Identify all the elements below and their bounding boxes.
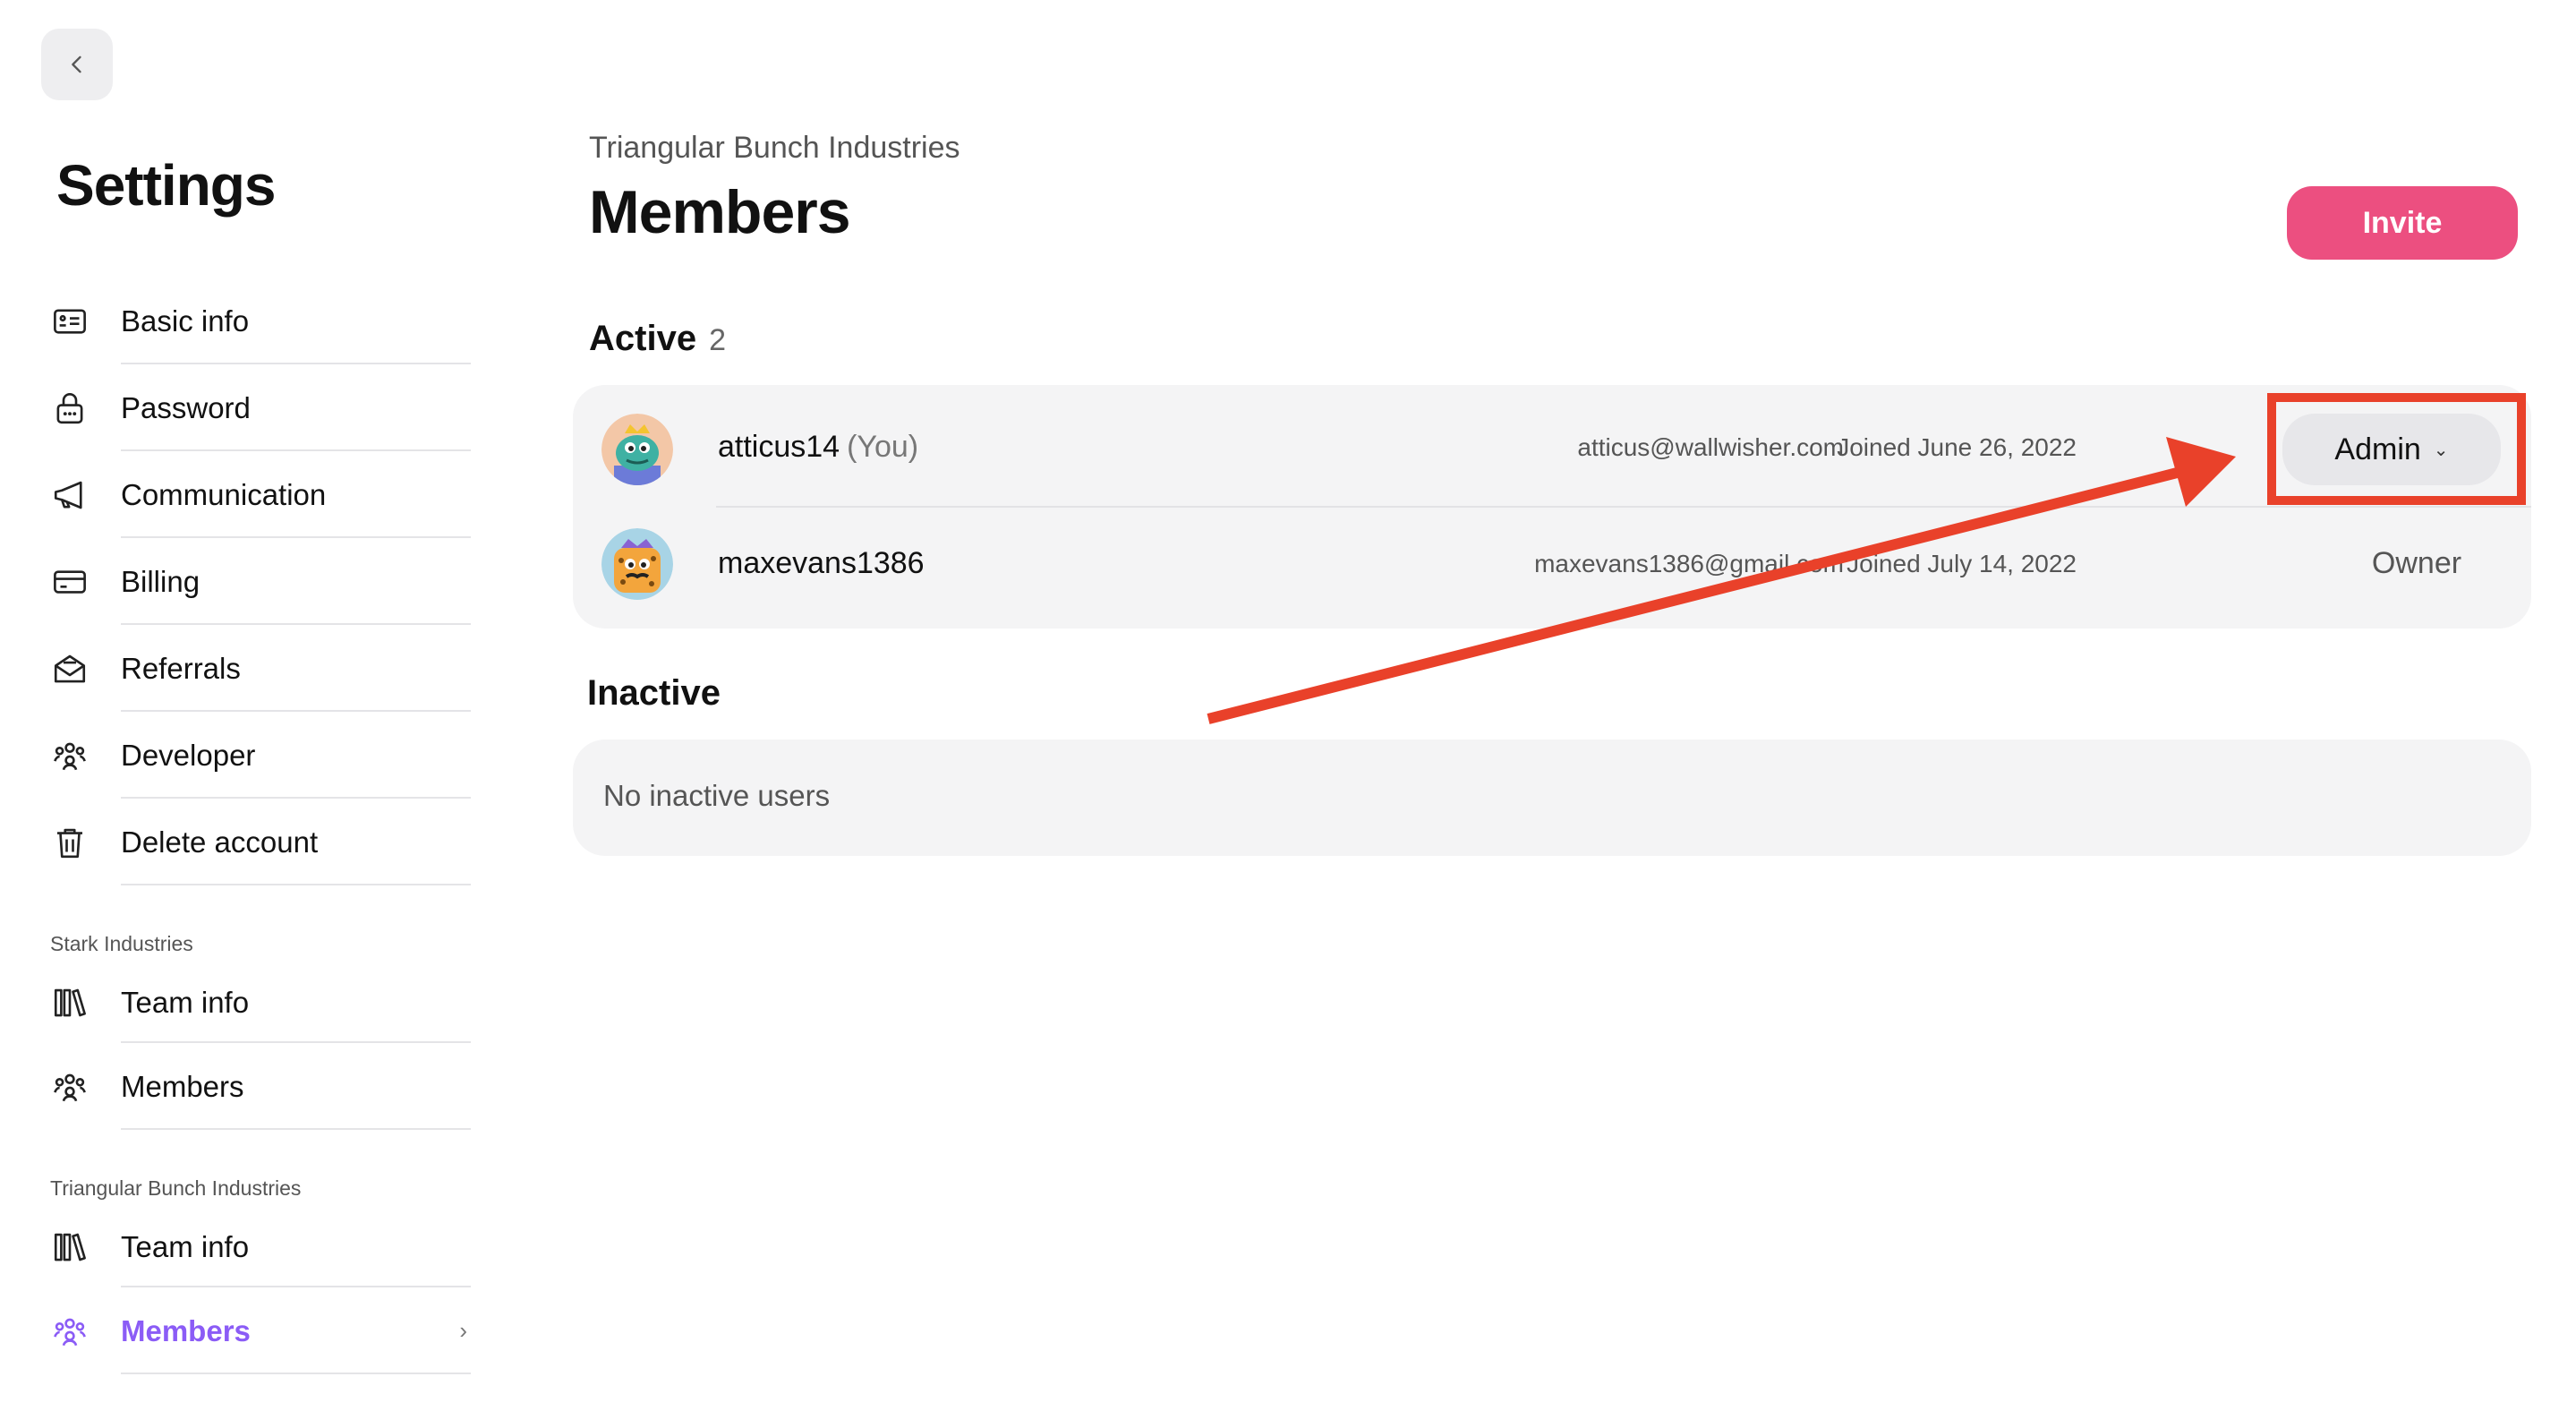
sidebar-item-members-active[interactable]: Members › <box>50 1287 471 1374</box>
org-name: Triangular Bunch Industries <box>589 131 960 165</box>
chevron-left-icon <box>72 56 81 73</box>
trash-icon <box>50 823 90 862</box>
active-members-list: atticus14 (You) atticus@wallwisher.com Jo… <box>573 385 2531 629</box>
back-button[interactable] <box>41 29 113 100</box>
sidebar-item-label: Communication <box>121 477 327 511</box>
empty-state-text: No inactive users <box>603 779 831 812</box>
sidebar-item-label: Team info <box>121 986 250 1019</box>
people-icon <box>50 1312 90 1351</box>
sidebar-item-basic-info[interactable]: Basic info <box>50 278 471 364</box>
sidebar-item-billing[interactable]: Billing <box>50 538 471 625</box>
sidebar-item-label: Members <box>121 1069 244 1103</box>
sidebar-item-team-info[interactable]: Team info <box>50 1207 471 1287</box>
active-count: 2 <box>709 323 726 357</box>
avatar <box>601 414 673 485</box>
sidebar-item-members[interactable]: Members <box>50 1043 471 1130</box>
books-icon <box>50 983 90 1022</box>
member-email: maxevans1386@gmail.com <box>1534 550 1844 577</box>
envelope-open-icon <box>50 649 90 688</box>
team-group-label: Triangular Bunch Industries <box>50 1176 302 1200</box>
settings-title: Settings <box>56 153 276 218</box>
megaphone-icon <box>50 475 90 515</box>
id-card-icon <box>50 302 90 341</box>
sidebar-item-password[interactable]: Password <box>50 364 471 451</box>
sidebar-item-team-info[interactable]: Team info <box>50 962 471 1043</box>
role-label: Owner <box>2371 546 2462 580</box>
sidebar-item-label: Members <box>121 1313 251 1347</box>
member-joined: Joined June 26, 2022 <box>1837 433 2077 461</box>
sidebar-item-label: Team info <box>121 1230 250 1263</box>
books-icon <box>50 1227 90 1267</box>
sidebar-item-label: Password <box>121 390 251 424</box>
sidebar-item-label: Delete account <box>121 825 319 859</box>
member-name: atticus14 (You) <box>718 430 919 464</box>
divider <box>121 1373 471 1374</box>
invite-button[interactable]: Invite <box>2287 186 2518 260</box>
active-label: Active <box>589 319 697 358</box>
sidebar-item-label: Billing <box>121 564 200 598</box>
highlight-box-annotation <box>2267 393 2526 505</box>
avatar <box>601 528 673 600</box>
sidebar-item-referrals[interactable]: Referrals <box>50 625 471 712</box>
settings-sidebar: Basic info Password Communication Billin… <box>50 278 471 1374</box>
divider <box>121 1128 471 1130</box>
you-tag: (You) <box>847 430 919 464</box>
member-email: atticus@wallwisher.com <box>1577 433 1844 461</box>
sidebar-item-developer[interactable]: Developer <box>50 712 471 799</box>
sidebar-item-communication[interactable]: Communication <box>50 451 471 538</box>
member-joined: Joined July 14, 2022 <box>1847 550 2077 577</box>
sidebar-item-label: Basic info <box>121 304 250 338</box>
lock-icon <box>50 389 90 428</box>
table-row: maxevans1386 maxevans1386@gmail.com Join… <box>573 507 2531 629</box>
people-icon <box>50 1067 90 1107</box>
people-icon <box>50 736 90 775</box>
page-title: Members <box>589 178 851 246</box>
inactive-section-title: Inactive <box>587 673 721 713</box>
team-group-label: Stark Industries <box>50 932 193 955</box>
sidebar-item-delete-account[interactable]: Delete account <box>50 799 471 885</box>
chevron-right-icon: › <box>459 1317 467 1344</box>
table-row: atticus14 (You) atticus@wallwisher.com Jo… <box>573 385 2531 508</box>
member-name: maxevans1386 <box>718 546 925 580</box>
sidebar-item-label: Developer <box>121 738 256 772</box>
sidebar-item-label: Referrals <box>121 651 241 685</box>
divider <box>121 884 471 885</box>
credit-card-icon <box>50 562 90 602</box>
inactive-members-list: No inactive users <box>573 740 2531 856</box>
active-section-title: Active 2 <box>589 319 726 359</box>
